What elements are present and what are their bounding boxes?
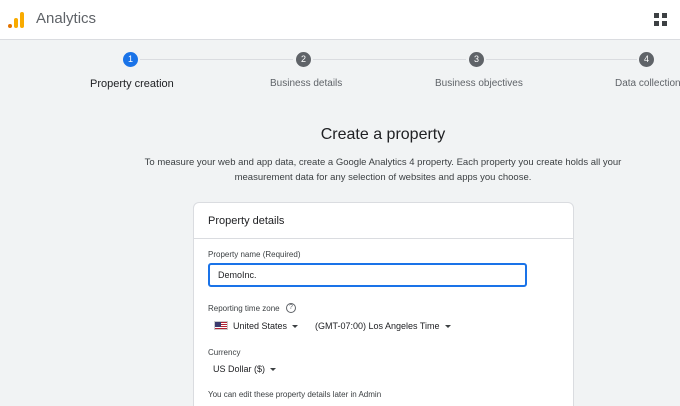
- step-connector: [313, 59, 466, 60]
- property-details-card: Property details Property name (Required…: [193, 202, 574, 406]
- analytics-logo-icon[interactable]: [8, 12, 26, 28]
- caret-down-icon: [270, 368, 277, 372]
- step-2-label: Business details: [270, 78, 343, 89]
- card-title: Property details: [194, 203, 573, 239]
- help-icon[interactable]: ?: [286, 303, 296, 313]
- app-title: Analytics: [36, 10, 97, 27]
- us-flag-icon: [214, 321, 228, 330]
- country-value: United States: [233, 321, 288, 331]
- step-1-circle[interactable]: 1: [123, 52, 138, 67]
- page-description: To measure your web and app data, create…: [144, 157, 622, 183]
- property-name-input[interactable]: [208, 263, 527, 287]
- caret-down-icon: [292, 325, 299, 329]
- time-zone-select[interactable]: (GMT-07:00) Los Angeles Time: [315, 321, 451, 331]
- step-4-label: Data collection: [615, 78, 680, 89]
- setup-stepper: 1 2 3 4 Property creation Business detai…: [0, 52, 680, 92]
- currency-label: Currency: [208, 348, 241, 357]
- country-select[interactable]: United States: [233, 321, 299, 331]
- apps-grid-icon[interactable]: [654, 13, 668, 27]
- currency-value: US Dollar ($): [213, 364, 266, 374]
- step-connector: [486, 59, 637, 60]
- step-3-label: Business objectives: [435, 78, 523, 89]
- time-zone-label: Reporting time zone: [208, 304, 280, 313]
- time-zone-value: (GMT-07:00) Los Angeles Time: [315, 321, 440, 331]
- page-title: Create a property: [320, 126, 446, 143]
- currency-select[interactable]: US Dollar ($): [213, 364, 277, 374]
- step-connector: [140, 59, 293, 60]
- step-2-circle[interactable]: 2: [296, 52, 311, 67]
- step-1-label: Property creation: [90, 78, 174, 90]
- step-3-circle[interactable]: 3: [469, 52, 484, 67]
- edit-later-note: You can edit these property details late…: [208, 390, 382, 399]
- property-name-label: Property name (Required): [208, 250, 301, 259]
- top-bar: Analytics: [0, 0, 680, 40]
- caret-down-icon: [444, 325, 451, 329]
- step-4-circle[interactable]: 4: [639, 52, 654, 67]
